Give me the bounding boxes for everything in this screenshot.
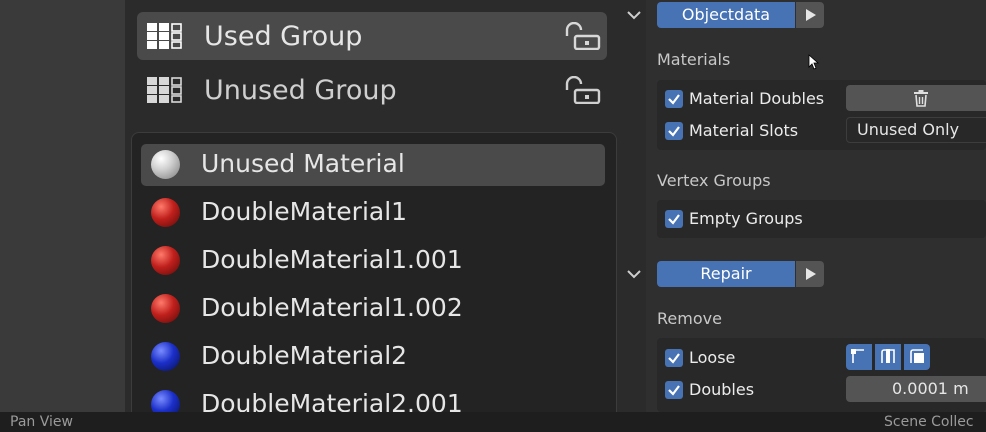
material-sphere-icon <box>151 342 180 371</box>
material-item[interactable]: DoubleMaterial2 <box>141 336 605 378</box>
face-mode-button[interactable] <box>904 344 930 370</box>
material-doubles-label: Material Doubles <box>689 89 825 108</box>
chevron-down-icon[interactable] <box>626 266 642 282</box>
material-slots-value: Unused Only <box>857 120 960 139</box>
checkmark-icon <box>668 126 680 137</box>
status-right-text: Scene Collec <box>884 414 974 430</box>
materials-heading: Materials <box>657 50 731 69</box>
vertex-group-icon <box>147 77 182 103</box>
material-list: Unused Material DoubleMaterial1 DoubleMa… <box>131 132 617 424</box>
doubles-distance-value: 0.0001 m <box>892 379 969 398</box>
objectdata-button[interactable]: Objectdata <box>657 2 795 28</box>
material-label: DoubleMaterial1.001 <box>201 245 463 274</box>
material-label: DoubleMaterial2 <box>201 341 408 370</box>
edge-select-icon <box>881 349 895 363</box>
mouse-cursor-icon <box>808 54 820 70</box>
loose-mode-buttons <box>846 344 934 370</box>
group-label: Unused Group <box>204 74 397 106</box>
material-item[interactable]: Unused Material <box>141 144 605 186</box>
material-slots-dropdown[interactable]: Unused Only <box>846 117 986 143</box>
play-icon[interactable] <box>796 2 824 28</box>
loose-checkbox[interactable] <box>665 349 683 367</box>
outliner-dropdown-panel: Used Group Unused Group Unused Material <box>125 0 620 424</box>
trash-icon <box>914 90 928 107</box>
material-sphere-icon <box>151 246 180 275</box>
checkmark-icon <box>668 94 680 105</box>
material-item[interactable]: DoubleMaterial1.002 <box>141 288 605 330</box>
material-doubles-checkbox[interactable] <box>665 90 683 108</box>
status-left-text: Pan View <box>10 414 73 430</box>
material-label: Unused Material <box>201 149 405 178</box>
material-sphere-icon <box>151 198 180 227</box>
group-item-used[interactable]: Used Group <box>137 12 607 60</box>
unlocked-icon[interactable] <box>563 22 601 50</box>
status-bar: Pan View Scene Collec <box>0 412 986 432</box>
remove-heading: Remove <box>657 309 722 328</box>
face-select-icon <box>910 349 924 363</box>
vertex-groups-box: Empty Groups <box>657 200 986 238</box>
vertex-select-icon <box>851 349 864 363</box>
properties-panel: Objectdata Materials Material Doubles Ma… <box>627 0 986 412</box>
play-icon[interactable] <box>796 261 824 287</box>
vertex-group-icon <box>147 23 182 49</box>
empty-groups-label: Empty Groups <box>689 209 803 228</box>
checkmark-icon <box>668 385 680 396</box>
vertex-groups-heading: Vertex Groups <box>657 171 771 190</box>
vertex-mode-button[interactable] <box>846 344 872 370</box>
repair-button[interactable]: Repair <box>657 261 795 287</box>
material-slots-checkbox[interactable] <box>665 122 683 140</box>
material-sphere-icon <box>151 150 180 179</box>
loose-label: Loose <box>689 348 736 367</box>
doubles-label: Doubles <box>689 380 755 399</box>
materials-box: Material Doubles Material Slots Unused O… <box>657 80 986 150</box>
viewport-gutter <box>620 0 646 412</box>
unlocked-icon[interactable] <box>563 76 601 104</box>
material-item[interactable]: DoubleMaterial1.001 <box>141 240 605 282</box>
material-sphere-icon <box>151 294 180 323</box>
3d-viewport[interactable] <box>0 0 125 412</box>
remove-box: Loose Doubles 0.0001 m <box>657 338 986 412</box>
material-label: DoubleMaterial1.002 <box>201 293 463 322</box>
empty-groups-checkbox[interactable] <box>665 210 683 228</box>
doubles-checkbox[interactable] <box>665 381 683 399</box>
delete-material-doubles-button[interactable] <box>846 85 986 111</box>
chevron-down-icon[interactable] <box>626 7 642 23</box>
doubles-distance-field[interactable]: 0.0001 m <box>846 376 986 402</box>
material-item[interactable]: DoubleMaterial1 <box>141 192 605 234</box>
group-item-unused[interactable]: Unused Group <box>137 66 607 114</box>
group-label: Used Group <box>204 20 363 52</box>
material-label: DoubleMaterial1 <box>201 197 408 226</box>
checkmark-icon <box>668 214 680 225</box>
checkmark-icon <box>668 353 680 364</box>
edge-mode-button[interactable] <box>875 344 901 370</box>
material-slots-label: Material Slots <box>689 121 799 140</box>
